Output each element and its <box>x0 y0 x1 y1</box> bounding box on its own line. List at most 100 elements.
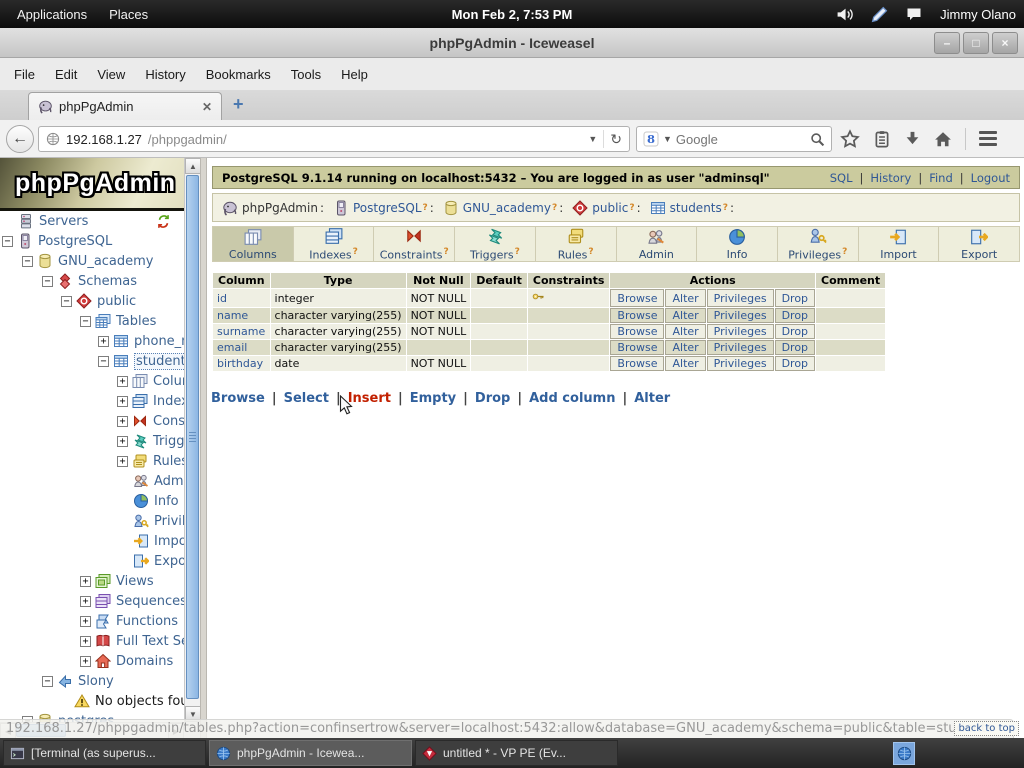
search-bar[interactable]: 8 ▼ <box>636 126 832 152</box>
back-button[interactable]: ← <box>6 125 34 153</box>
row-action-browse[interactable]: Browse <box>617 309 657 322</box>
close-button[interactable]: × <box>992 32 1018 54</box>
tree-item-colum[interactable]: +Colum <box>0 371 184 391</box>
column-name-link[interactable]: email <box>217 341 247 354</box>
menu-bookmarks[interactable]: Bookmarks <box>196 62 281 87</box>
downloads-icon[interactable] <box>904 130 921 147</box>
browser-tab[interactable]: phpPgAdmin ✕ <box>28 92 222 120</box>
tree-item-slony[interactable]: −Slony <box>0 671 184 691</box>
tab-columns[interactable]: Columns <box>212 226 294 262</box>
crumb-gnu-academy[interactable]: GNU_academy?: <box>443 200 563 216</box>
tab-close-icon[interactable]: ✕ <box>202 100 212 114</box>
menu-history[interactable]: History <box>135 62 195 87</box>
collapse-toggle-icon[interactable]: − <box>2 236 13 247</box>
url-dropdown-icon[interactable]: ▼ <box>588 134 597 144</box>
menu-tools[interactable]: Tools <box>281 62 331 87</box>
frame-splitter[interactable] <box>200 158 207 738</box>
tree-item-info[interactable]: Info <box>0 491 184 511</box>
expand-toggle-icon[interactable]: + <box>80 596 91 607</box>
column-name-link[interactable]: birthday <box>217 357 263 370</box>
tab-export[interactable]: Export <box>939 226 1020 262</box>
row-action-browse[interactable]: Browse <box>617 357 657 370</box>
help-question-link[interactable]: ? <box>629 203 634 213</box>
tab-info[interactable]: Info <box>697 226 778 262</box>
tree-item-cons[interactable]: +Cons <box>0 411 184 431</box>
bookmarks-list-icon[interactable] <box>873 130 891 148</box>
tab-constraints[interactable]: Constraints? <box>374 226 455 262</box>
tab-import[interactable]: Import <box>859 226 940 262</box>
url-bar[interactable]: 192.168.1.27 /phppgadmin/ ▼ ↻ <box>38 126 630 152</box>
column-name-link[interactable]: id <box>217 292 227 305</box>
places-menu[interactable]: Places <box>98 7 159 22</box>
row-action-alter[interactable]: Alter <box>672 309 698 322</box>
table-action-add-column[interactable]: Add column <box>529 391 615 406</box>
crumb-students[interactable]: students?: <box>650 200 734 216</box>
tree-item-public[interactable]: −public <box>0 291 184 311</box>
menu-file[interactable]: File <box>4 62 45 87</box>
tree-item-postgresql[interactable]: −PostgreSQL <box>0 231 184 251</box>
sidebar-vertical-scrollbar[interactable]: ▲ ▼ <box>184 158 200 722</box>
row-action-browse[interactable]: Browse <box>617 292 657 305</box>
tree-item-rules[interactable]: +Rules <box>0 451 184 471</box>
table-action-empty[interactable]: Empty <box>410 391 456 406</box>
expand-toggle-icon[interactable]: + <box>117 456 128 467</box>
row-action-drop[interactable]: Drop <box>782 309 808 322</box>
expand-toggle-icon[interactable]: + <box>98 336 109 347</box>
tree-item-trigg[interactable]: +Trigg <box>0 431 184 451</box>
tab-rules[interactable]: Rules? <box>536 226 617 262</box>
row-action-alter[interactable]: Alter <box>672 341 698 354</box>
tree-item-views[interactable]: +Views <box>0 571 184 591</box>
home-icon[interactable] <box>934 130 952 148</box>
taskbar-item-terminal-as-superus[interactable]: [Terminal (as superus... <box>3 740 206 766</box>
collapse-toggle-icon[interactable]: − <box>98 356 109 367</box>
row-action-privileges[interactable]: Privileges <box>714 357 767 370</box>
table-action-drop[interactable]: Drop <box>475 391 510 406</box>
topbar-link-sql[interactable]: SQL <box>830 171 853 185</box>
collapse-toggle-icon[interactable]: − <box>42 676 53 687</box>
collapse-toggle-icon[interactable]: − <box>42 276 53 287</box>
help-question-link[interactable]: ? <box>588 247 593 257</box>
row-action-drop[interactable]: Drop <box>782 341 808 354</box>
reload-icon[interactable]: ↻ <box>610 131 622 148</box>
tab-privileges[interactable]: Privileges? <box>778 226 859 262</box>
row-action-privileges[interactable]: Privileges <box>714 292 767 305</box>
row-action-drop[interactable]: Drop <box>782 292 808 305</box>
tree-item-functions[interactable]: +Functions <box>0 611 184 631</box>
tree-item-sequences[interactable]: +Sequences <box>0 591 184 611</box>
tree-item-privile[interactable]: Privile <box>0 511 184 531</box>
tab-indexes[interactable]: Indexes? <box>294 226 375 262</box>
help-question-link[interactable]: ? <box>552 203 557 213</box>
menu-edit[interactable]: Edit <box>45 62 87 87</box>
tree-item-phone-n[interactable]: +phone_n <box>0 331 184 351</box>
tree-item-admi[interactable]: Admi <box>0 471 184 491</box>
table-action-browse[interactable]: Browse <box>211 391 265 406</box>
topbar-link-history[interactable]: History <box>870 171 911 185</box>
collapse-toggle-icon[interactable]: − <box>22 256 33 267</box>
tree-item-no-objects-fou[interactable]: No objects fou <box>0 691 184 711</box>
row-action-alter[interactable]: Alter <box>672 292 698 305</box>
back-to-top-link[interactable]: back to top <box>954 721 1019 736</box>
row-action-privileges[interactable]: Privileges <box>714 341 767 354</box>
row-action-drop[interactable]: Drop <box>782 357 808 370</box>
help-question-link[interactable]: ? <box>515 247 520 257</box>
tree-item-impor[interactable]: Impor <box>0 531 184 551</box>
row-action-alter[interactable]: Alter <box>672 325 698 338</box>
expand-toggle-icon[interactable]: + <box>80 616 91 627</box>
help-question-link[interactable]: ? <box>353 247 358 257</box>
volume-icon[interactable] <box>836 6 853 23</box>
tree-item-students[interactable]: −students <box>0 351 184 371</box>
user-menu[interactable]: Jimmy Olano <box>940 7 1016 22</box>
tree-item-servers[interactable]: Servers <box>0 211 184 231</box>
help-question-link[interactable]: ? <box>423 203 428 213</box>
taskbar-item-phppgadmin-icewea[interactable]: phpPgAdmin - Icewea... <box>209 740 412 766</box>
row-action-browse[interactable]: Browse <box>617 341 657 354</box>
scroll-up-icon[interactable]: ▲ <box>185 158 200 174</box>
crumb-phppgadmin[interactable]: phpPgAdmin: <box>222 200 324 216</box>
help-question-link[interactable]: ? <box>723 203 728 213</box>
pen-input-icon[interactable] <box>871 6 888 23</box>
minimize-button[interactable]: – <box>934 32 960 54</box>
bookmark-star-icon[interactable] <box>840 129 860 149</box>
expand-toggle-icon[interactable]: + <box>117 396 128 407</box>
vertical-scroll-thumb[interactable] <box>186 175 199 699</box>
row-action-privileges[interactable]: Privileges <box>714 325 767 338</box>
